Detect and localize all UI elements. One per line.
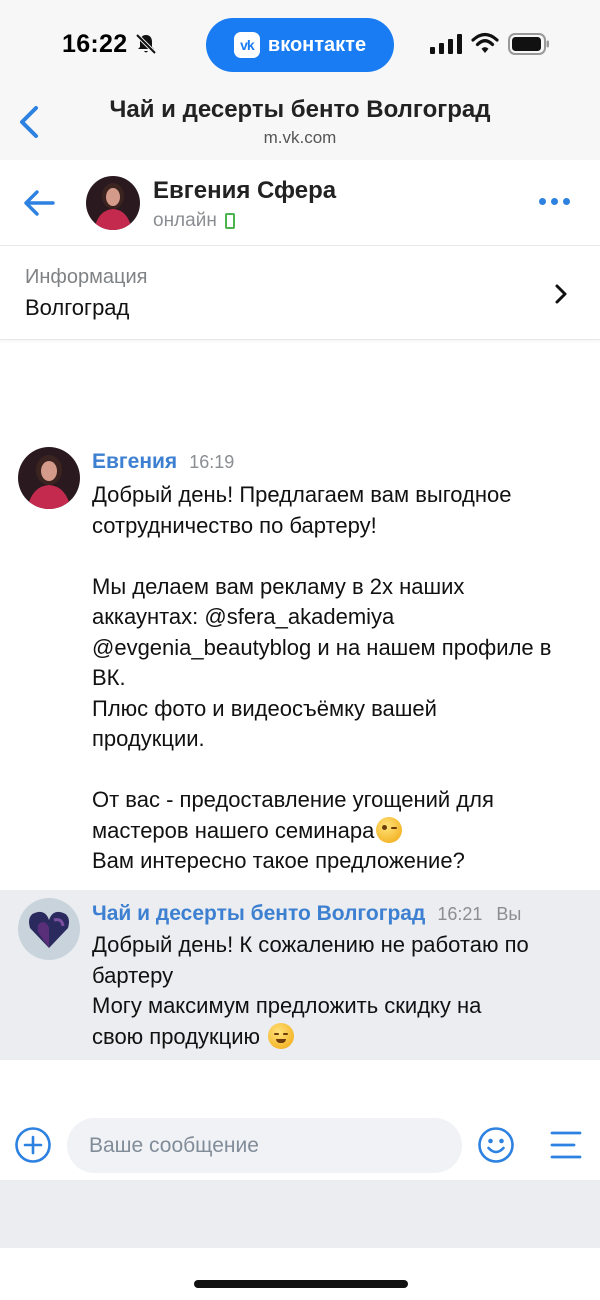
status-time: 16:22 [62, 30, 128, 58]
wifi-icon [471, 32, 499, 53]
message-text: Добрый день! К сожалению не работаю по б… [92, 930, 592, 1052]
message-input[interactable] [67, 1118, 462, 1173]
message-item-own[interactable]: Чай и десерты бенто Волгоград 16:21 Вы Д… [0, 890, 600, 1060]
message-line-text: мастеров нашего семинара [92, 817, 375, 843]
message-time: 16:21 [437, 904, 483, 924]
message-line: аккаунтах: @sfera_akademiya [92, 604, 395, 629]
sender-photo [18, 447, 80, 509]
message-line: Могу максимум предложить скидку на [92, 993, 482, 1018]
vk-app-pill[interactable]: vk вконтакте [206, 18, 394, 72]
message-author[interactable]: Чай и десерты бенто Волгоград [92, 902, 425, 926]
message-line-text: свою продукцию [92, 1023, 267, 1049]
contact-avatar[interactable] [86, 176, 140, 230]
smiling-face-emoji-icon [268, 1022, 295, 1049]
message-line: Добрый день! К сожалению не работаю по [92, 932, 529, 957]
muted-bell-icon [135, 33, 157, 55]
message-item[interactable]: Евгения 16:19 Добрый день! Предлагаем ва… [0, 436, 600, 888]
sender-avatar[interactable] [18, 898, 80, 960]
more-options-icon[interactable] [539, 198, 570, 205]
cellular-signal-icon [430, 34, 462, 54]
back-arrow-icon[interactable] [22, 188, 56, 218]
message-header: Чай и десерты бенто Волгоград 16:21 Вы [92, 902, 521, 926]
home-indicator[interactable] [194, 1280, 408, 1288]
vk-logo-icon: vk [233, 32, 260, 58]
sender-avatar[interactable] [18, 447, 80, 509]
browser-header: Чай и десерты бенто Волгоград m.vk.com [0, 88, 600, 160]
message-line: Плюс фото и видеосъёмку вашей [92, 695, 437, 721]
browser-url: m.vk.com [263, 128, 337, 147]
info-label: Информация [25, 266, 148, 288]
message-text: Добрый день! Предлагаем вам выгодное сот… [92, 480, 592, 877]
bottom-bar-area [0, 1180, 600, 1248]
info-row[interactable]: Информация Волгоград [0, 246, 600, 340]
message-line-with-emoji: свою продукцию [92, 1022, 592, 1053]
message-line: Добрый день! Предлагаем вам выгодное [92, 482, 512, 507]
online-status: онлайн [153, 210, 235, 232]
message-line: Мы делаем вам рекламу в 2х наших [92, 573, 465, 599]
message-time: 16:19 [189, 452, 235, 472]
message-composer [0, 1110, 600, 1180]
emoji-smile-icon[interactable] [477, 1126, 515, 1164]
message-line: продукции. [92, 726, 205, 751]
page: 16:22 vk вконтакте Чай и десерты бенто В… [0, 0, 600, 1300]
message-author[interactable]: Евгения [92, 450, 177, 474]
contact-photo [86, 176, 140, 230]
contact-name: Евгения Сфера [153, 177, 337, 204]
browser-page-title: Чай и десерты бенто Волгоград [109, 96, 491, 123]
message-line-with-emoji: мастеров нашего семинара [92, 816, 592, 847]
chat-header: Евгения Сфера онлайн [0, 160, 600, 246]
winking-face-emoji-icon [376, 816, 403, 843]
info-value: Волгоград [25, 295, 130, 320]
message-line: ВК. [92, 665, 126, 690]
message-line [92, 755, 592, 786]
message-line: @evgenia_beautyblog и на нашем профиле в [92, 634, 552, 660]
menu-lines-icon[interactable] [550, 1130, 582, 1160]
add-attachment-icon[interactable] [14, 1126, 52, 1164]
sender-photo [18, 898, 80, 960]
message-line: От вас - предоставление угощений для [92, 787, 494, 812]
mobile-online-icon [224, 213, 235, 229]
message-line: бартеру [92, 962, 174, 988]
home-zone [0, 1248, 600, 1300]
status-bar: 16:22 vk вконтакте [0, 0, 600, 88]
message-line: сотрудничество по бартеру! [92, 512, 377, 538]
vk-pill-label: вконтакте [267, 33, 367, 56]
own-message-label: Вы [496, 904, 522, 924]
online-status-text: онлайн [153, 210, 217, 231]
message-line: Вам интересно такое предложение? [92, 848, 465, 873]
message-header: Евгения 16:19 [92, 450, 234, 474]
message-line [92, 541, 592, 572]
chevron-right-icon [555, 284, 567, 304]
battery-icon [508, 33, 549, 55]
